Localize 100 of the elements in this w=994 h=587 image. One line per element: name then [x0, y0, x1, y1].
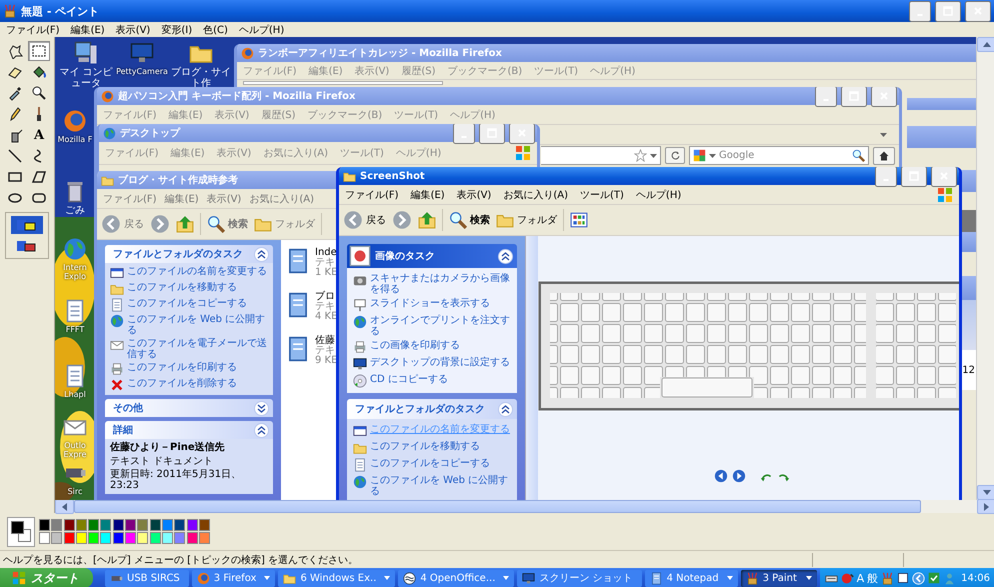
search-button[interactable]: 検索: [207, 215, 248, 233]
menu-item[interactable]: ファイル(F): [103, 108, 157, 122]
icon-label: ごみ: [65, 205, 85, 216]
search-field[interactable]: Google: [719, 150, 849, 161]
task-link[interactable]: このファイルを電子メールで送信する: [127, 338, 268, 360]
task-link[interactable]: このファイルの名前を変更する: [127, 266, 268, 277]
modified-date: 更新日時: 2011年5月31日、23:23: [110, 469, 242, 491]
start-button[interactable]: スタート: [0, 568, 93, 587]
task-link[interactable]: このファイルを Web に公開する: [370, 475, 511, 497]
icon-label: マイ コンピュータ: [59, 67, 113, 89]
menu-item[interactable]: ヘルプ(H): [590, 64, 636, 78]
file-name: 佐藤: [315, 336, 336, 346]
task-link[interactable]: このファイルを Web に公開する: [127, 314, 268, 336]
status-text: ヘルプを見るには、[ヘルプ] メニューの [トピックの検索] を選んでください。: [3, 554, 358, 566]
file-name: Inde: [315, 248, 338, 258]
folders-button[interactable]: フォルダ: [254, 215, 315, 233]
menu-item[interactable]: 編集(E): [164, 192, 199, 206]
task-link[interactable]: このファイルを印刷する: [127, 362, 268, 373]
file-size: 4 KE: [315, 312, 338, 322]
taskbar-button[interactable]: 3 Paint: [740, 570, 817, 586]
taskbar-button[interactable]: USB SIRCS: [105, 570, 189, 586]
file-type: テキスト ドキュメント: [110, 456, 214, 467]
menu-item[interactable]: 色(C): [203, 22, 228, 36]
search-bar[interactable]: Google: [689, 146, 869, 165]
panel-title: ファイルとフォルダのタスク: [113, 248, 243, 261]
task-link[interactable]: この画像を印刷する: [370, 340, 511, 351]
menu-item[interactable]: ブックマーク(B): [448, 64, 522, 78]
back-button[interactable]: 戻る: [343, 210, 386, 230]
window-title: デスクトップ: [120, 126, 180, 140]
number-text: 12: [962, 364, 975, 376]
menu-item[interactable]: ヘルプ(H): [450, 108, 496, 122]
menu-item[interactable]: 編集(E): [410, 188, 445, 202]
window-title: 超パソコン入門 キーボード配列 - Mozilla Firefox: [118, 90, 356, 103]
file-name: 佐藤ひより－Pine送信先: [110, 442, 226, 454]
menu-item[interactable]: ファイル(F): [105, 146, 159, 160]
menu-item[interactable]: ツール(T): [534, 64, 578, 78]
clock: 14:06: [961, 572, 990, 584]
file-type: テキ: [315, 258, 335, 268]
menu-item[interactable]: ヘルプ(H): [636, 188, 682, 202]
icon-label: Mozilla F: [58, 135, 92, 144]
menu-item[interactable]: 履歴(S): [401, 64, 436, 78]
icon-label: Sirc: [68, 487, 82, 496]
taskbar-button[interactable]: 3 Firefox: [192, 570, 276, 586]
menu-item[interactable]: ブックマーク(B): [308, 108, 382, 122]
ime-indicator[interactable]: A: [856, 572, 864, 584]
menu-item[interactable]: ファイル(F): [345, 188, 399, 202]
back-button[interactable]: 戻る: [101, 214, 144, 234]
window-title: ランボーアフィリエイトカレッジ - Mozilla Firefox: [258, 47, 502, 60]
file-type: テキ: [315, 302, 335, 312]
taskbar-button[interactable]: スクリーン ショット: [517, 570, 642, 586]
menu-item[interactable]: ファイル(F): [243, 64, 297, 78]
menu-item[interactable]: 表示(V): [206, 192, 242, 206]
ime-indicator[interactable]: 般: [867, 570, 878, 586]
menu-item[interactable]: 編集(E): [168, 108, 203, 122]
menu-item[interactable]: お気に入り(A): [249, 192, 314, 206]
menu-item[interactable]: 履歴(S): [261, 108, 296, 122]
menu-item[interactable]: 表示(V): [216, 146, 252, 160]
menu-item[interactable]: 表示(V): [214, 108, 250, 122]
menu-item[interactable]: 編集(E): [70, 22, 105, 36]
menu-item[interactable]: お気に入り(A): [503, 188, 568, 202]
menu-item[interactable]: お気に入り(A): [263, 146, 328, 160]
task-link[interactable]: CD にコピーする: [370, 374, 511, 385]
task-link[interactable]: スキャナまたはカメラから画像を得る: [370, 273, 511, 295]
menu-item[interactable]: ツール(T): [340, 146, 384, 160]
menu-item[interactable]: 表示(V): [456, 188, 492, 202]
icon-label: Outlo Expre: [62, 441, 88, 459]
task-link[interactable]: オンラインでプリントを注文する: [370, 315, 511, 337]
menu-item[interactable]: ファイル(F): [6, 22, 60, 36]
task-link[interactable]: このファイルをコピーする: [127, 298, 268, 309]
menu-item[interactable]: ヘルプ(H): [396, 146, 442, 160]
menu-item[interactable]: ツール(T): [394, 108, 438, 122]
file-type: テキ: [315, 346, 335, 356]
menu-item[interactable]: 表示(V): [354, 64, 390, 78]
menu-item[interactable]: ヘルプ(H): [238, 22, 284, 36]
task-link[interactable]: このファイルの名前を変更する: [370, 424, 511, 435]
window-title: ScreenShot: [360, 170, 425, 182]
menu-item[interactable]: 表示(V): [116, 22, 150, 36]
menu-item[interactable]: ファイル(F): [103, 192, 157, 206]
icon-label: FFFT: [66, 325, 84, 334]
menu-item[interactable]: ツール(T): [580, 188, 624, 202]
task-link[interactable]: このファイルを削除する: [127, 378, 268, 389]
task-link[interactable]: デスクトップの背景に設定する: [370, 357, 511, 368]
task-link[interactable]: このファイルを移動する: [127, 282, 268, 293]
menu-item[interactable]: 編集(E): [170, 146, 205, 160]
panel-title: 画像のタスク: [375, 250, 435, 263]
panel-title: ファイルとフォルダのタスク: [355, 402, 485, 416]
menu-item[interactable]: 編集(E): [308, 64, 343, 78]
taskbar-button[interactable]: 4 Notepad: [644, 570, 738, 586]
icon-label: ブログ・サイト作: [171, 67, 231, 89]
tool-button[interactable]: A: [28, 125, 50, 145]
menu-item[interactable]: 変形(I): [161, 22, 192, 36]
task-link[interactable]: このファイルを移動する: [370, 441, 511, 452]
search-button[interactable]: 検索: [449, 211, 490, 229]
file-size: 9 KE: [315, 356, 338, 366]
task-link[interactable]: スライドショーを表示する: [370, 298, 511, 309]
file-name: ブロ: [315, 292, 336, 302]
task-link[interactable]: このファイルをコピーする: [370, 458, 511, 469]
taskbar-button[interactable]: 4 OpenOffice...: [398, 570, 514, 586]
taskbar-button[interactable]: 6 Windows Ex..: [278, 570, 396, 586]
folders-button[interactable]: フォルダ: [496, 211, 557, 229]
